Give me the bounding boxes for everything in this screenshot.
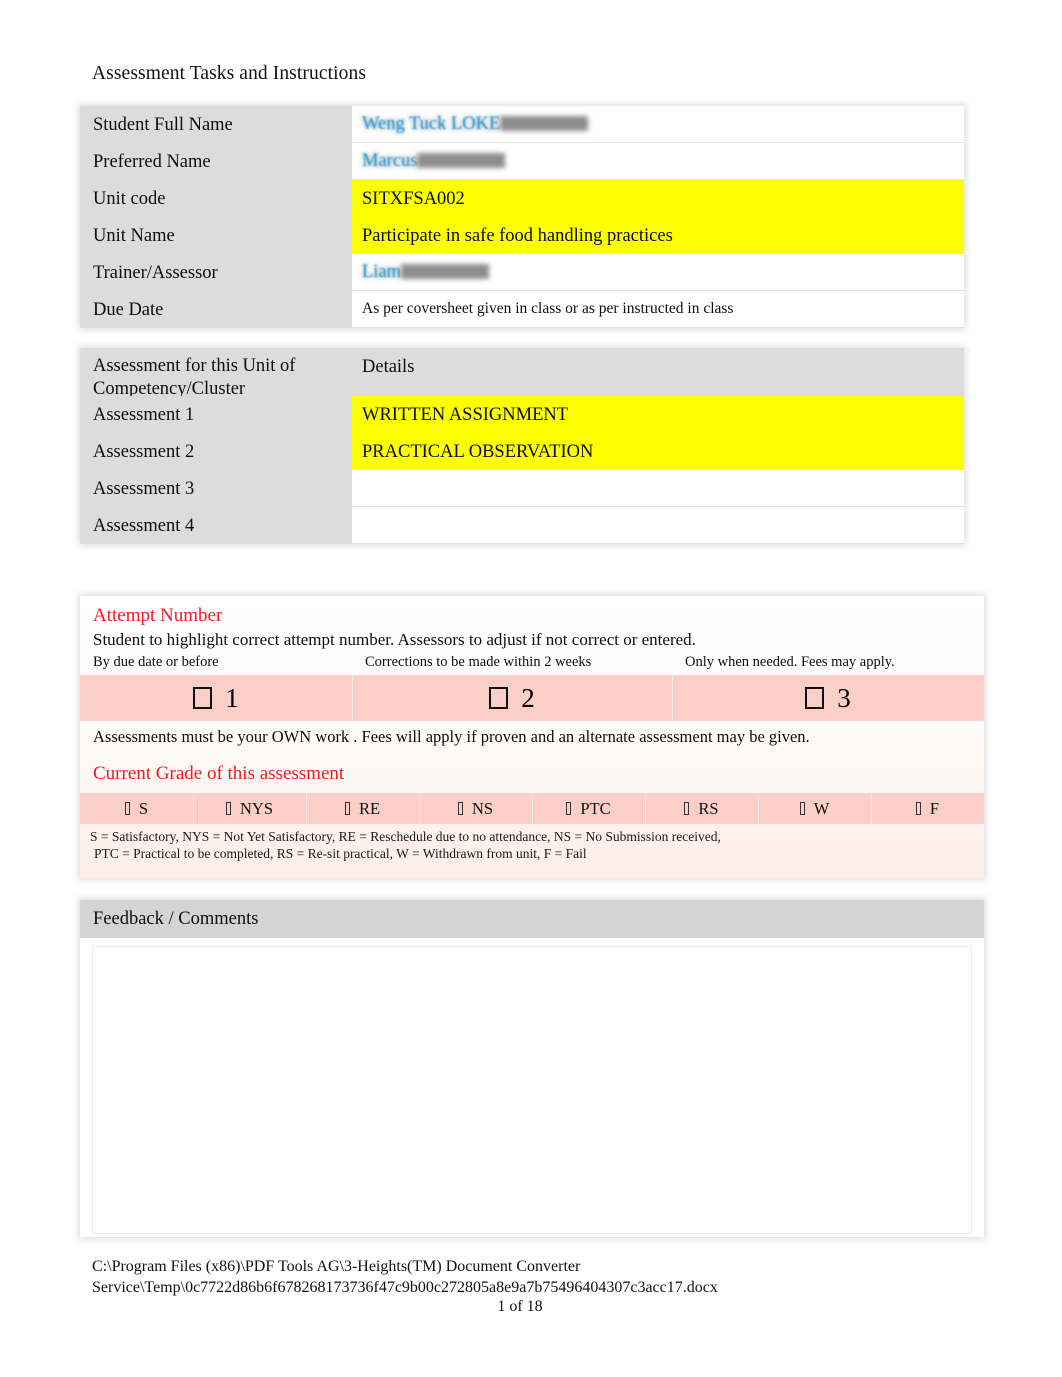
row-value-unit-name[interactable]: Participate in safe food handling practi… <box>352 217 964 254</box>
column-header-assessment: Assessment for this Unit of Competency/C… <box>80 348 352 399</box>
attempt-and-grade-block: Attempt Number Student to highlight corr… <box>80 596 984 878</box>
footer-page-number: 1 of 18 <box>497 1298 543 1315</box>
grade-option-re[interactable]: RE <box>306 793 419 824</box>
grade-option-s[interactable]: S <box>80 793 193 824</box>
grade-options-row: S NYS RE NS PTC RS W F <box>80 793 984 824</box>
grade-option-rs-label: RS <box>698 798 719 818</box>
row-value-trainer-assessor[interactable]: Liam <box>352 254 964 291</box>
checkbox-icon[interactable] <box>124 802 130 815</box>
table-row: Assessment 2 PRACTICAL OBSERVATION <box>80 433 964 470</box>
grade-option-nys-label: NYS <box>239 798 273 818</box>
row-label-unit-name: Unit Name <box>80 217 352 254</box>
attempt-notes-row: By due date or before Corrections to be … <box>80 651 984 675</box>
row-label-assessment-2: Assessment 2 <box>80 433 352 470</box>
table-row: Assessment 3 <box>80 470 964 507</box>
grade-option-ns-label: NS <box>471 798 494 818</box>
checkbox-icon[interactable] <box>566 802 572 815</box>
attempt-option-3[interactable]: 3 <box>672 675 984 721</box>
current-grade-title: Current Grade of this assessment <box>93 763 345 784</box>
row-label-assessment-4: Assessment 4 <box>80 507 352 544</box>
grade-option-f[interactable]: F <box>871 793 984 824</box>
grade-option-ptc-label: PTC <box>580 798 611 818</box>
grade-option-f-label: F <box>929 798 940 818</box>
row-value-due-date[interactable]: As per coversheet given in class or as p… <box>352 291 964 328</box>
row-value-assessment-1[interactable]: WRITTEN ASSIGNMENT <box>352 396 964 433</box>
table-row: Preferred Name Marcus <box>80 143 964 180</box>
checkbox-icon[interactable] <box>457 802 463 815</box>
footer-file-path-line-1: C:\Program Files (x86)\PDF Tools AG\3-He… <box>92 1258 581 1275</box>
table-row: Due Date As per coversheet given in clas… <box>80 291 964 328</box>
redacted-student-name: Weng Tuck LOKE <box>362 114 501 134</box>
attempt-options-row: 1 2 3 <box>80 675 984 721</box>
grade-option-s-label: S <box>138 798 149 818</box>
footer-file-path: C:\Program Files (x86)\PDF Tools AG\3-He… <box>92 1256 972 1298</box>
redacted-trainer-name: Liam <box>362 262 402 282</box>
attempt-note-2: Corrections to be made within 2 weeks <box>365 654 592 670</box>
footer-file-path-line-2: Service\Temp\0c7722d86b6f678268173736f47… <box>92 1279 718 1296</box>
grade-option-nys[interactable]: NYS <box>193 793 306 824</box>
attempt-note-1: By due date or before <box>93 654 219 670</box>
checkbox-icon[interactable] <box>344 802 350 815</box>
attempt-option-1[interactable]: 1 <box>80 675 352 721</box>
legend-spacer <box>80 862 984 878</box>
checkbox-icon[interactable] <box>805 687 825 709</box>
row-label-unit-code: Unit code <box>80 180 352 217</box>
table-row: Student Full Name Weng Tuck LOKE <box>80 106 964 143</box>
row-value-assessment-3[interactable] <box>352 470 964 507</box>
page-title: Assessment Tasks and Instructions <box>92 63 367 84</box>
grade-option-re-label: RE <box>358 798 381 818</box>
feedback-block: Feedback / Comments <box>80 900 984 1237</box>
column-header-assessment-line1: Assessment for this Unit of <box>93 356 296 376</box>
row-label-student-full-name: Student Full Name <box>80 106 352 143</box>
checkbox-icon[interactable] <box>799 802 805 815</box>
grade-legend-line-2: PTC = Practical to be completed, RS = Re… <box>94 846 587 861</box>
table-row: Unit code SITXFSA002 <box>80 180 964 217</box>
row-value-assessment-2[interactable]: PRACTICAL OBSERVATION <box>352 433 964 470</box>
attempt-number-subtitle: Student to highlight correct attempt num… <box>93 630 696 649</box>
row-value-student-full-name[interactable]: Weng Tuck LOKE <box>352 106 964 143</box>
attempt-note-3: Only when needed. Fees may apply. <box>685 654 895 670</box>
grade-option-w[interactable]: W <box>758 793 871 824</box>
attempt-option-3-label: 3 <box>837 683 851 713</box>
grade-legend: S = Satisfactory, NYS = Not Yet Satisfac… <box>80 824 984 862</box>
grade-option-w-label: W <box>813 798 830 818</box>
table-row: Assessment 4 <box>80 507 964 544</box>
table-row: Unit Name Participate in safe food handl… <box>80 217 964 254</box>
checkbox-icon[interactable] <box>489 687 509 709</box>
attempt-option-1-label: 1 <box>225 683 239 713</box>
grade-option-rs[interactable]: RS <box>645 793 758 824</box>
assessments-table: Assessment for this Unit of Competency/C… <box>80 348 964 544</box>
redacted-preferred-name: Marcus <box>362 151 418 171</box>
table-header-row: Assessment for this Unit of Competency/C… <box>80 348 964 399</box>
grade-legend-line-1: S = Satisfactory, NYS = Not Yet Satisfac… <box>90 829 721 844</box>
checkbox-icon[interactable] <box>193 687 213 709</box>
table-row: Trainer/Assessor Liam <box>80 254 964 291</box>
student-details-table: Student Full Name Weng Tuck LOKE Preferr… <box>80 106 964 328</box>
checkbox-icon[interactable] <box>915 802 921 815</box>
row-label-due-date: Due Date <box>80 291 352 328</box>
row-label-assessment-1: Assessment 1 <box>80 396 352 433</box>
row-label-preferred-name: Preferred Name <box>80 143 352 180</box>
grade-option-ptc[interactable]: PTC <box>532 793 645 824</box>
feedback-heading: Feedback / Comments <box>80 900 984 938</box>
column-header-details: Details <box>352 348 964 396</box>
attempt-option-2[interactable]: 2 <box>352 675 672 721</box>
row-label-assessment-3: Assessment 3 <box>80 470 352 507</box>
table-row: Assessment 1 WRITTEN ASSIGNMENT <box>80 396 964 433</box>
row-value-preferred-name[interactable]: Marcus <box>352 143 964 180</box>
own-work-footnote: Assessments must be your OWN work . Fees… <box>93 727 810 746</box>
checkbox-icon[interactable] <box>225 802 231 815</box>
checkbox-icon[interactable] <box>684 802 690 815</box>
row-value-assessment-4[interactable] <box>352 507 964 544</box>
grade-option-ns[interactable]: NS <box>419 793 532 824</box>
row-value-unit-code[interactable]: SITXFSA002 <box>352 180 964 217</box>
row-label-trainer-assessor: Trainer/Assessor <box>80 254 352 291</box>
feedback-input-area[interactable] <box>92 946 972 1234</box>
attempt-number-title: Attempt Number <box>93 605 223 626</box>
attempt-option-2-label: 2 <box>521 683 535 713</box>
document-page: Assessment Tasks and Instructions Studen… <box>0 0 1062 1377</box>
